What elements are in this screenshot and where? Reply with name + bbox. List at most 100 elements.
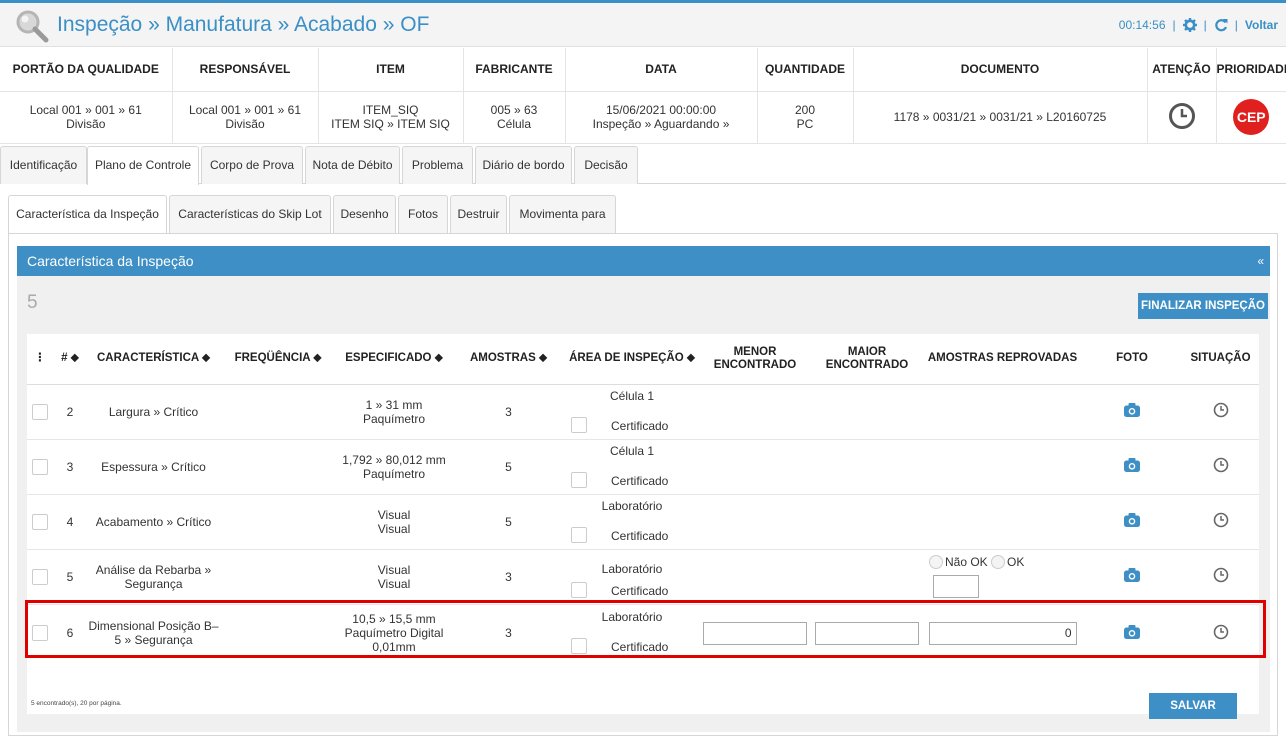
document-cell: 1178 » 0031/21 » 0031/21 » L20160725 — [853, 91, 1148, 144]
column-photo: FOTO — [1082, 334, 1182, 385]
header-quality-gate: PORTÃO DA QUALIDADE — [0, 48, 173, 92]
tab-fotos[interactable]: Fotos — [398, 195, 448, 233]
row-area: Laboratório Certificado — [565, 494, 699, 550]
rejected-samples-input[interactable] — [933, 575, 979, 599]
table-row: 4 Acabamento » Crítico Visual Visual 5 La… — [27, 494, 1259, 550]
row-max-found — [811, 494, 923, 550]
tab-desenho[interactable]: Desenho — [333, 195, 396, 233]
quantity-cell: 200 PC — [757, 91, 854, 144]
rejected-samples-input[interactable]: 0 — [928, 621, 1077, 645]
camera-icon[interactable] — [1124, 568, 1140, 582]
row-samples: 3 — [452, 549, 565, 605]
row-frequency — [220, 604, 336, 662]
row-checkbox[interactable] — [32, 513, 48, 530]
header-responsible: RESPONSÁVEL — [172, 48, 319, 92]
date-cell: 15/06/2021 00:00:00 Inspeção » Aguardando… — [565, 91, 758, 144]
certified-checkbox[interactable] — [571, 638, 587, 655]
row-checkbox[interactable] — [32, 403, 48, 420]
radio-ok[interactable] — [991, 555, 1006, 570]
row-characteristic: Largura » Crítico — [87, 384, 220, 440]
tab-skip-lot[interactable]: Características do Skip Lot — [169, 195, 331, 233]
column-menu[interactable]: ⋮ — [27, 334, 53, 385]
header-maker: FABRICANTE — [463, 48, 566, 92]
finalize-inspection-button[interactable]: FINALIZAR INSPEÇÃO — [1138, 293, 1268, 319]
row-rejected — [923, 384, 1082, 440]
column-frequency[interactable]: FREQÜÊNCIA ⬥ — [220, 334, 336, 385]
row-samples: 3 — [505, 626, 512, 641]
save-button[interactable]: SALVAR — [1149, 693, 1237, 719]
column-min-found: MENOR ENCONTRADO — [699, 334, 811, 385]
tab-decisao[interactable]: Decisão — [574, 146, 638, 184]
row-area: Célula 1 Certificado — [565, 439, 699, 495]
column-number[interactable]: # ⬥ — [53, 334, 87, 385]
max-found-input[interactable] — [815, 621, 919, 645]
row-characteristic: Espessura » Crítico — [87, 439, 220, 495]
back-link[interactable]: Voltar — [1245, 18, 1278, 32]
row-max-found — [811, 439, 923, 495]
panel-header: Característica da Inspeção « — [17, 246, 1270, 276]
camera-icon[interactable] — [1124, 458, 1140, 472]
priority-cell: CEP — [1216, 91, 1286, 144]
certified-checkbox[interactable] — [571, 416, 587, 433]
camera-icon[interactable] — [1124, 403, 1140, 417]
responsible-cell: Local 001 » 001 » 61 Divisão — [172, 91, 319, 144]
camera-icon[interactable] — [1124, 624, 1140, 639]
tab-nota-de-debito[interactable]: Nota de Débito — [305, 146, 400, 184]
refresh-icon[interactable] — [1214, 18, 1228, 32]
row-rejected — [923, 494, 1082, 550]
camera-icon[interactable] — [1124, 513, 1140, 527]
item-cell: ITEM_SIQ ITEM SIQ » ITEM SIQ — [318, 91, 464, 144]
tab-identificacao[interactable]: Identificação — [0, 146, 87, 184]
tab-destruir[interactable]: Destruir — [450, 195, 507, 233]
tab-movimenta-para[interactable]: Movimenta para — [509, 195, 616, 233]
row-checkbox[interactable] — [32, 625, 48, 642]
pagination-note: 5 encontrado(s), 20 por página. — [31, 700, 122, 707]
column-status: SITUAÇÃO — [1182, 334, 1259, 385]
radio-not-ok[interactable] — [929, 555, 943, 570]
tab-plano-de-controle[interactable]: Plano de Controle — [87, 146, 199, 185]
row-min-found — [699, 439, 811, 495]
record-count: 5 — [27, 292, 38, 313]
column-characteristic[interactable]: CARACTERÍSTICA ⬥ — [87, 334, 220, 385]
row-checkbox[interactable] — [32, 568, 48, 585]
gear-icon[interactable] — [1182, 18, 1197, 32]
clock-icon — [1168, 102, 1195, 129]
row-number: 5 — [53, 549, 87, 605]
certified-checkbox[interactable] — [571, 471, 587, 488]
row-min-found — [699, 494, 811, 550]
row-area: Laboratório Certificado — [565, 549, 699, 605]
inspection-panel: Característica da Inspeção « 5 FINALIZAR… — [8, 233, 1278, 736]
cep-badge[interactable]: CEP — [1233, 99, 1270, 135]
radio-not-ok-label: Não OK — [945, 554, 988, 569]
column-inspection-area[interactable]: ÁREA DE INSPEÇÃO ⬥ — [565, 334, 699, 385]
row-rejected: Não OK OK — [923, 549, 1082, 605]
column-specified[interactable]: ESPECIFICADO ⬥ — [336, 334, 452, 385]
row-photo — [1082, 384, 1182, 440]
min-found-input[interactable] — [703, 621, 807, 645]
tab-diario-de-bordo[interactable]: Diário de bordo — [475, 146, 572, 184]
row-status — [1182, 549, 1259, 605]
row-min-found — [699, 384, 811, 440]
row-number: 4 — [53, 494, 87, 550]
certified-checkbox[interactable] — [571, 526, 587, 543]
column-samples[interactable]: AMOSTRAS ⬥ — [452, 334, 565, 385]
row-status — [1182, 494, 1259, 550]
tab-problema[interactable]: Problema — [402, 146, 473, 184]
row-frequency — [220, 384, 336, 440]
row-max-found — [811, 384, 923, 440]
tab-corpo-de-prova[interactable]: Corpo de Prova — [201, 146, 303, 184]
page-title: Inspeção » Manufatura » Acabado » OF — [57, 13, 430, 36]
certified-checkbox[interactable] — [571, 581, 587, 598]
row-rejected: 0 — [923, 604, 1082, 662]
row-checkbox[interactable] — [32, 458, 48, 475]
search-icon[interactable] — [15, 9, 49, 43]
tab-caracteristica-da-inspecao[interactable]: Característica da Inspeção — [8, 195, 167, 234]
inspection-info-table: PORTÃO DA QUALIDADE RESPONSÁVEL ITEM FAB… — [0, 48, 1286, 144]
separator: | — [1234, 18, 1238, 32]
collapse-button[interactable]: « — [1257, 246, 1264, 276]
column-max-found: MAIOR ENCONTRADO — [811, 334, 923, 385]
row-frequency — [220, 549, 336, 605]
row-status — [1182, 439, 1259, 495]
header-attention: ATENÇÃO — [1147, 48, 1217, 92]
row-specified: Visual Visual — [336, 494, 452, 550]
